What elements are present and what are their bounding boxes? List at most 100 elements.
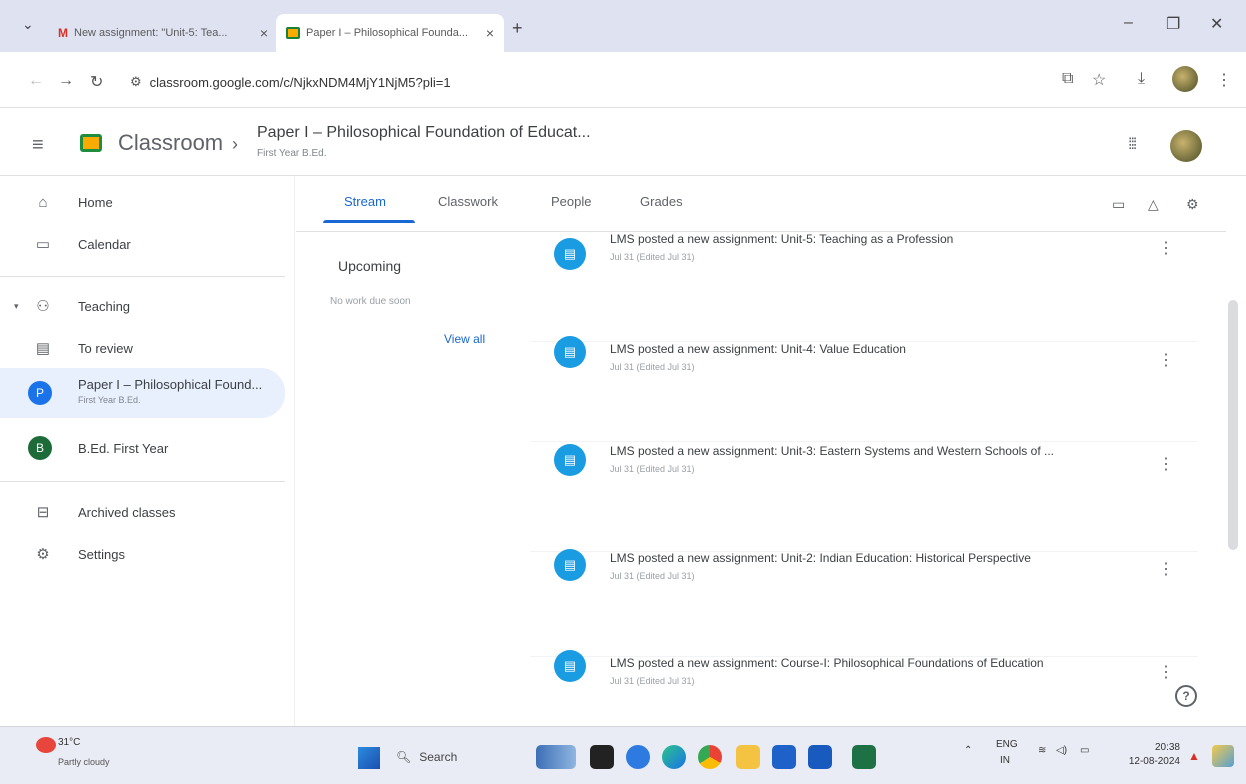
app-l-icon[interactable] (590, 745, 614, 769)
upcoming-card: Upcoming No work due soon View all (322, 232, 502, 362)
more-options-icon[interactable]: ⋮ (1158, 662, 1174, 682)
page-scrollbar[interactable] (1228, 300, 1238, 550)
classroom-logo[interactable] (80, 134, 102, 152)
cast-icon[interactable]: ⧉ (1062, 70, 1073, 88)
more-options-icon[interactable]: ⋮ (1158, 559, 1174, 579)
sidebar-item-archived[interactable]: ⊟ Archived classes (0, 492, 285, 532)
battery-icon[interactable]: ▭ (1080, 745, 1089, 756)
back-button[interactable]: ← (28, 72, 44, 90)
account-avatar[interactable] (1170, 130, 1202, 162)
minimize-button[interactable]: – (1124, 14, 1133, 32)
sidebar-item-settings[interactable]: ⚙ Settings (0, 534, 285, 574)
forward-button[interactable]: → (58, 72, 74, 90)
new-tab-button[interactable]: + (512, 18, 523, 39)
post-title[interactable]: LMS posted a new assignment: Course-I: P… (610, 656, 1044, 670)
tray-overflow-chevron-icon[interactable]: ⌃ (964, 745, 972, 756)
tab-people[interactable]: People (551, 194, 591, 209)
tab-close-icon[interactable]: × (260, 25, 268, 41)
expand-caret-icon[interactable]: ▾ (14, 301, 19, 312)
browser-tab-classroom[interactable]: Paper I – Philosophical Founda... × (276, 14, 504, 52)
post-title[interactable]: LMS posted a new assignment: Unit-5: Tea… (610, 232, 953, 246)
weather-description[interactable]: Partly cloudy (58, 757, 110, 767)
help-icon[interactable]: ? (1175, 685, 1197, 707)
sidebar-item-sublabel: First Year B.Ed. (78, 395, 141, 405)
sidebar-item-home[interactable]: ⌂ Home (0, 182, 285, 222)
tab-classwork[interactable]: Classwork (438, 194, 498, 209)
system-clock[interactable]: 20:38 12-08-2024 (1110, 741, 1180, 769)
notification-bell-icon[interactable]: ▲ (1188, 749, 1200, 763)
sidebar-item-to-review[interactable]: ▤ To review (0, 328, 285, 368)
menu-kebab-icon[interactable]: ⋮ (1216, 70, 1232, 90)
chrome-browser-icon[interactable] (698, 745, 722, 769)
stream-post[interactable]: ▤ LMS posted a new assignment: Unit-4: V… (530, 322, 1198, 442)
outlook-app-icon[interactable] (772, 745, 796, 769)
taskbar-search[interactable]: 🔍︎ Search (388, 743, 508, 771)
wifi-icon[interactable]: ≋ (1038, 745, 1046, 756)
tab-close-icon[interactable]: × (486, 25, 494, 41)
browser-tab-gmail[interactable]: M New assignment: "Unit-5: Tea... × (48, 14, 278, 52)
sidebar-item-label: B.Ed. First Year (78, 440, 169, 456)
sidebar-item-teaching[interactable]: ▾ ⚇ Teaching (0, 286, 285, 326)
browser-tabstrip: ⌄ M New assignment: "Unit-5: Tea... × Pa… (0, 0, 1246, 52)
more-options-icon[interactable]: ⋮ (1158, 238, 1174, 258)
post-title[interactable]: LMS posted a new assignment: Unit-2: Ind… (610, 551, 1031, 565)
google-apps-icon[interactable]: ⁞⁞⁞ (1128, 136, 1137, 154)
download-icon[interactable]: ⤓ (1138, 70, 1145, 88)
file-explorer-icon[interactable] (736, 745, 760, 769)
calendar-icon[interactable]: ▭ (1112, 196, 1125, 213)
weather-icon[interactable] (36, 737, 56, 753)
reload-button[interactable]: ↻ (90, 72, 103, 92)
sidebar-item-class-bed[interactable]: B B.Ed. First Year (0, 428, 285, 468)
post-date: Jul 31 (Edited Jul 31) (610, 464, 695, 474)
tab-grades[interactable]: Grades (640, 194, 683, 209)
volume-icon[interactable]: ◁) (1056, 745, 1067, 756)
chat-app-icon[interactable] (626, 745, 650, 769)
stream-post[interactable]: ▤ LMS posted a new assignment: Unit-2: I… (530, 537, 1198, 657)
widgets-app-icon[interactable] (536, 745, 576, 769)
drive-folder-icon[interactable]: △ (1148, 196, 1159, 213)
sidebar-item-label: Home (78, 194, 113, 210)
more-options-icon[interactable]: ⋮ (1158, 350, 1174, 370)
tab-search-chevron-icon[interactable]: ⌄ (22, 16, 34, 33)
main-menu-icon[interactable]: ≡ (32, 134, 44, 157)
sidebar-item-class-paper-i[interactable]: P Paper I – Philosophical Found... First… (0, 368, 285, 418)
corner-app-icon[interactable] (1212, 745, 1234, 767)
site-settings-icon[interactable]: ⚙ (130, 74, 142, 90)
assignment-icon: ▤ (554, 549, 586, 581)
bookmark-star-icon[interactable]: ☆ (1092, 70, 1106, 90)
sidebar: ⌂ Home ▭ Calendar ▾ ⚇ Teaching ▤ To revi… (0, 176, 295, 726)
word-app-icon[interactable] (808, 745, 832, 769)
excel-app-icon[interactable] (852, 745, 876, 769)
edge-browser-icon[interactable] (662, 745, 686, 769)
close-window-button[interactable]: ✕ (1210, 14, 1223, 34)
weather-temperature[interactable]: 31°C (58, 737, 80, 748)
course-section: First Year B.Ed. (257, 148, 327, 159)
sidebar-item-calendar[interactable]: ▭ Calendar (0, 224, 285, 264)
upcoming-empty-text: No work due soon (330, 296, 411, 307)
brand-title[interactable]: Classroom (118, 130, 223, 156)
tab-stream[interactable]: Stream (344, 194, 386, 209)
class-settings-gear-icon[interactable]: ⚙ (1186, 196, 1199, 213)
sidebar-item-label: Paper I – Philosophical Found... (78, 377, 263, 392)
post-title[interactable]: LMS posted a new assignment: Unit-4: Val… (610, 342, 906, 356)
app-header: ≡ Classroom › Paper I – Philosophical Fo… (0, 108, 1246, 176)
active-tab-indicator (323, 220, 415, 223)
post-title[interactable]: LMS posted a new assignment: Unit-3: Eas… (610, 444, 1054, 458)
view-all-link[interactable]: View all (444, 332, 485, 346)
language-primary[interactable]: ENG (996, 739, 1018, 750)
stream-post[interactable]: ▤ LMS posted a new assignment: Course-I:… (530, 642, 1198, 722)
archive-icon: ⊟ (36, 504, 50, 521)
more-options-icon[interactable]: ⋮ (1158, 454, 1174, 474)
restore-button[interactable]: ❐ (1166, 14, 1180, 34)
settings-gear-icon: ⚙ (36, 546, 50, 563)
tab-title: Paper I – Philosophical Founda... (306, 27, 469, 39)
windows-start-icon[interactable] (358, 747, 380, 769)
profile-avatar[interactable] (1172, 66, 1198, 92)
url-field[interactable]: ⚙ classroom.google.com/c/NjkxNDM4MjY1NjM… (130, 66, 1050, 98)
post-date: Jul 31 (Edited Jul 31) (610, 252, 695, 262)
language-secondary[interactable]: IN (1000, 755, 1010, 766)
taskbar-search-label: Search (419, 750, 458, 764)
tab-title: New assignment: "Unit-5: Tea... (74, 27, 228, 39)
url-text: classroom.google.com/c/NjkxNDM4MjY1NjM5?… (149, 74, 451, 90)
stream-post[interactable]: ▤ LMS posted a new assignment: Unit-3: E… (530, 432, 1198, 552)
